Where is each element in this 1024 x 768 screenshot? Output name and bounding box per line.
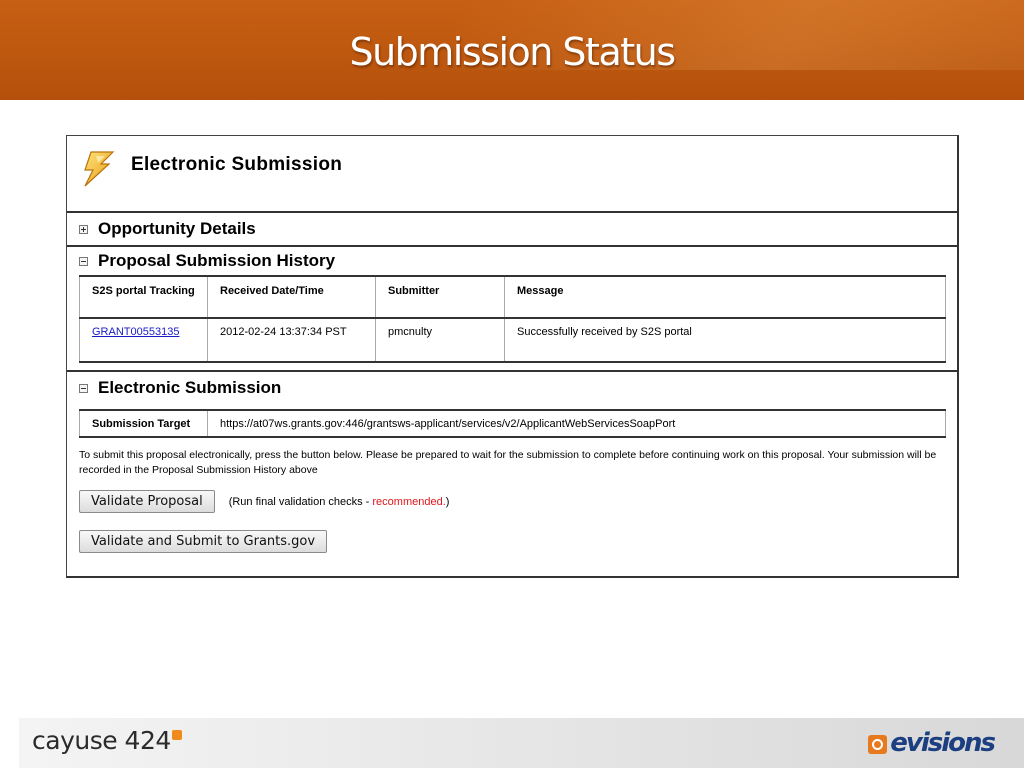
- collapse-minus-icon[interactable]: [79, 256, 88, 266]
- hint-prefix: (Run final validation checks -: [228, 495, 373, 508]
- validate-proposal-button[interactable]: Validate Proposal: [79, 490, 215, 513]
- column-header-tracking: S2S portal Tracking: [79, 276, 208, 319]
- submission-target-table: Submission Target https://at07ws.grants.…: [79, 409, 946, 438]
- table-row: Submission Target https://at07ws.grants.…: [79, 410, 946, 437]
- tracking-link[interactable]: GRANT00553135: [92, 326, 179, 338]
- electronic-submission-panel: Electronic Submission Opportunity Detail…: [66, 135, 959, 578]
- slide-banner: Submission Status: [0, 0, 1024, 100]
- evisions-wordmark: evisions: [890, 728, 996, 758]
- section-electronic-submission[interactable]: Electronic Submission: [67, 370, 957, 404]
- cayuse-logo: cayuse 424: [32, 726, 182, 755]
- section-proposal-submission-history[interactable]: Proposal Submission History: [67, 247, 957, 275]
- validation-hint: (Run final validation checks - recommend…: [229, 496, 450, 508]
- lightning-bolt-icon: [84, 151, 115, 187]
- hint-recommended: recommended.: [372, 495, 446, 508]
- evisions-mark-icon: [868, 734, 888, 754]
- validate-and-submit-button[interactable]: Validate and Submit to Grants.gov: [79, 530, 328, 553]
- cayuse-wordmark: cayuse 424: [32, 726, 171, 755]
- hint-suffix: ): [445, 495, 450, 508]
- cell-tracking: GRANT00553135: [79, 318, 208, 362]
- cell-submitter: pmcnulty: [375, 318, 505, 362]
- section-opportunity-details[interactable]: Opportunity Details: [67, 213, 957, 247]
- submission-target-label: Submission Target: [79, 410, 208, 437]
- slide-title: Submission Status: [349, 30, 676, 74]
- panel-header: Electronic Submission: [67, 136, 957, 213]
- cayuse-dot-icon: [171, 730, 182, 740]
- submission-target-value: https://at07ws.grants.gov:446/grantsws-a…: [207, 410, 946, 437]
- section-title-electronic: Electronic Submission: [98, 378, 282, 397]
- collapse-minus-icon[interactable]: [79, 383, 88, 393]
- expand-plus-icon[interactable]: [79, 224, 88, 234]
- submit-row: Validate and Submit to Grants.gov: [79, 530, 957, 553]
- table-row: GRANT00553135 2012-02-24 13:37:34 PST pm…: [79, 318, 946, 362]
- history-table: S2S portal Tracking Received Date/Time S…: [79, 275, 946, 363]
- slide-footer: cayuse 424 evisions: [19, 718, 1024, 768]
- evisions-logo: evisions: [868, 728, 996, 758]
- column-header-message: Message: [504, 276, 946, 319]
- section-title-history: Proposal Submission History: [98, 251, 336, 270]
- column-header-submitter: Submitter: [375, 276, 505, 319]
- section-title-opportunity: Opportunity Details: [98, 219, 256, 238]
- validate-row: Validate Proposal (Run final validation …: [79, 490, 957, 513]
- cell-message: Successfully received by S2S portal: [504, 318, 946, 362]
- submission-instructions: To submit this proposal electronically, …: [79, 449, 937, 476]
- panel-title: Electronic Submission: [131, 154, 343, 175]
- cell-received: 2012-02-24 13:37:34 PST: [207, 318, 376, 362]
- table-header-row: S2S portal Tracking Received Date/Time S…: [79, 276, 946, 319]
- column-header-received: Received Date/Time: [207, 276, 376, 319]
